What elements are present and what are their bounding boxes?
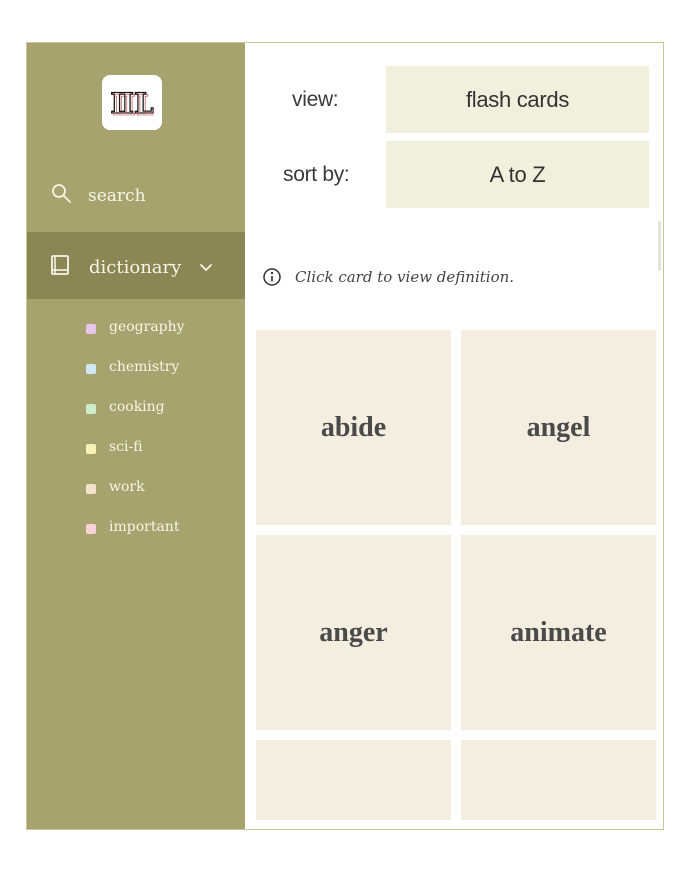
tag-label: important (109, 519, 180, 535)
flash-card[interactable]: angel (461, 330, 656, 525)
tag-color-swatch (86, 324, 96, 334)
logo-icon: ⅡL ⅡL (110, 86, 154, 122)
sidebar-item-search[interactable]: search (27, 173, 245, 219)
sort-label: sort by: (283, 163, 350, 186)
sidebar: ⅡL ⅡL search dictionary geography chemis… (27, 43, 245, 829)
tag-label: cooking (109, 399, 165, 415)
flash-card[interactable] (256, 740, 451, 820)
sidebar-item-label: dictionary (89, 257, 182, 278)
flash-card-word: angel (526, 411, 591, 443)
tag-label: work (109, 479, 145, 495)
info-hint: Click card to view definition. (262, 267, 514, 291)
tag-label: chemistry (109, 359, 180, 375)
tag-color-swatch (86, 484, 96, 494)
sort-select[interactable]: A to Z (386, 141, 649, 208)
flash-card[interactable] (461, 740, 656, 820)
flash-card[interactable]: animate (461, 535, 656, 730)
flash-card-word: animate (510, 616, 607, 648)
tag-color-swatch (86, 364, 96, 374)
sidebar-item-label: search (88, 186, 146, 206)
view-select[interactable]: flash cards (386, 66, 649, 133)
book-icon (49, 254, 71, 280)
scrollbar[interactable] (658, 221, 661, 271)
flash-card-word: anger (319, 616, 388, 648)
flash-card[interactable]: anger (256, 535, 451, 730)
view-label: view: (292, 88, 339, 111)
info-text: Click card to view definition. (295, 268, 515, 286)
sort-select-value: A to Z (489, 161, 546, 187)
tag-color-swatch (86, 404, 96, 414)
tag-label: sci-fi (109, 439, 143, 455)
app-window: ⅡL ⅡL search dictionary geography chemis… (26, 42, 664, 830)
tag-label: geography (109, 319, 185, 335)
svg-text:ⅡL: ⅡL (112, 89, 154, 122)
flash-card[interactable]: abide (256, 330, 451, 525)
search-icon (51, 183, 73, 209)
tag-color-swatch (86, 444, 96, 454)
sidebar-item-dictionary[interactable]: dictionary (27, 232, 245, 299)
chevron-down-icon[interactable] (198, 259, 214, 278)
flash-card-word: abide (320, 411, 387, 443)
tag-color-swatch (86, 524, 96, 534)
view-select-value: flash cards (465, 86, 570, 112)
main-content: view: flash cards sort by: A to Z Click … (245, 43, 663, 829)
info-icon (262, 267, 282, 291)
logo[interactable]: ⅡL ⅡL (102, 75, 162, 130)
